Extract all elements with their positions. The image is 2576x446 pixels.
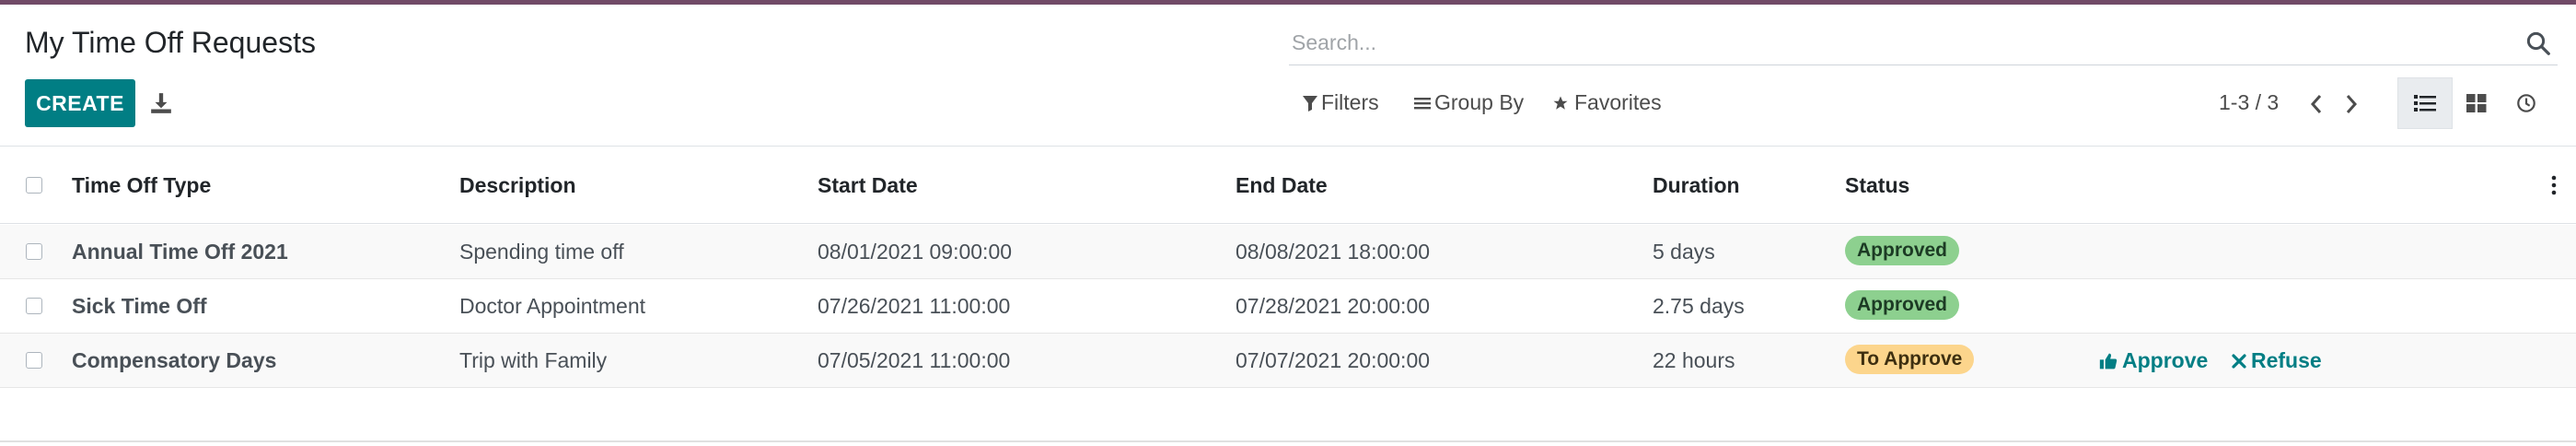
search-icon[interactable]: [2524, 29, 2552, 57]
row-type: Compensatory Days: [72, 348, 277, 372]
activity-view-button[interactable]: [2499, 77, 2554, 129]
kanban-view-icon: [2466, 94, 2487, 112]
row-type: Annual Time Off 2021: [72, 240, 288, 264]
chevron-right-icon: [2346, 95, 2358, 113]
select-all-checkbox[interactable]: [26, 177, 42, 194]
status-badge: Approved: [1845, 290, 1960, 320]
close-icon: [2232, 353, 2246, 369]
row-duration: 5 days: [1653, 240, 1715, 264]
page-title: My Time Off Requests: [25, 26, 316, 59]
row-description: Trip with Family: [459, 348, 608, 372]
list-bottom-divider: [0, 440, 2576, 442]
refuse-button[interactable]: Refuse: [2232, 348, 2322, 373]
favorites-button[interactable]: Favorites: [1552, 90, 1662, 115]
search-input[interactable]: [1289, 24, 2491, 61]
star-icon: [1553, 96, 1568, 110]
row-checkbox[interactable]: [26, 352, 42, 369]
column-header-end-date[interactable]: End Date: [1236, 173, 1328, 198]
control-panel-divider: [0, 146, 2576, 147]
chevron-left-icon: [2310, 95, 2322, 113]
approve-button[interactable]: Approve: [2099, 348, 2208, 373]
table-row[interactable]: Compensatory Days Trip with Family 07/05…: [0, 334, 2576, 388]
column-options-icon[interactable]: [2550, 174, 2558, 201]
row-start-date: 08/01/2021 09:00:00: [818, 240, 1013, 264]
status-badge: To Approve: [1845, 345, 1975, 374]
group-by-label: Group By: [1434, 90, 1525, 114]
list-bars-icon: [1414, 97, 1431, 109]
kanban-view-button[interactable]: [2449, 77, 2504, 129]
pager-next-button[interactable]: [2338, 90, 2364, 118]
approve-label: Approve: [2122, 348, 2209, 372]
row-end-date: 07/07/2021 20:00:00: [1236, 348, 1431, 372]
list-view-button[interactable]: [2397, 77, 2453, 129]
table-header: Time Off Type Description Start Date End…: [0, 147, 2576, 224]
thumbs-up-icon: [2099, 353, 2118, 369]
row-checkbox[interactable]: [26, 298, 42, 314]
row-duration: 2.75 days: [1653, 294, 1745, 318]
favorites-label: Favorites: [1574, 90, 1662, 114]
row-description: Spending time off: [459, 240, 624, 264]
pager-value[interactable]: 1-3 / 3: [2219, 90, 2279, 115]
filters-label: Filters: [1321, 90, 1379, 114]
row-duration: 22 hours: [1653, 348, 1735, 372]
column-header-duration[interactable]: Duration: [1653, 173, 1740, 198]
column-header-type[interactable]: Time Off Type: [72, 173, 211, 198]
row-end-date: 08/08/2021 18:00:00: [1236, 240, 1431, 264]
refuse-label: Refuse: [2251, 348, 2322, 372]
clock-icon: [2517, 94, 2535, 112]
row-start-date: 07/26/2021 11:00:00: [818, 294, 1011, 318]
row-end-date: 07/28/2021 20:00:00: [1236, 294, 1431, 318]
row-start-date: 07/05/2021 11:00:00: [818, 348, 1011, 372]
top-brand-bar: [0, 0, 2576, 5]
column-header-start-date[interactable]: Start Date: [818, 173, 918, 198]
filters-button[interactable]: Filters: [1303, 90, 1379, 115]
table-row[interactable]: Sick Time Off Doctor Appointment 07/26/2…: [0, 279, 2576, 334]
table-row[interactable]: Annual Time Off 2021 Spending time off 0…: [0, 225, 2576, 279]
column-header-status[interactable]: Status: [1845, 173, 1909, 198]
column-header-description[interactable]: Description: [459, 173, 576, 198]
pager-previous-button[interactable]: [2303, 90, 2329, 118]
download-icon[interactable]: [149, 91, 175, 117]
row-description: Doctor Appointment: [459, 294, 646, 318]
list-view-icon: [2414, 95, 2436, 112]
search-bar: [1289, 24, 2558, 65]
status-badge: Approved: [1845, 236, 1960, 265]
funnel-icon: [1303, 95, 1317, 112]
row-checkbox[interactable]: [26, 243, 42, 260]
create-button[interactable]: CREATE: [25, 79, 135, 127]
row-type: Sick Time Off: [72, 294, 207, 318]
group-by-button[interactable]: Group By: [1414, 90, 1524, 115]
